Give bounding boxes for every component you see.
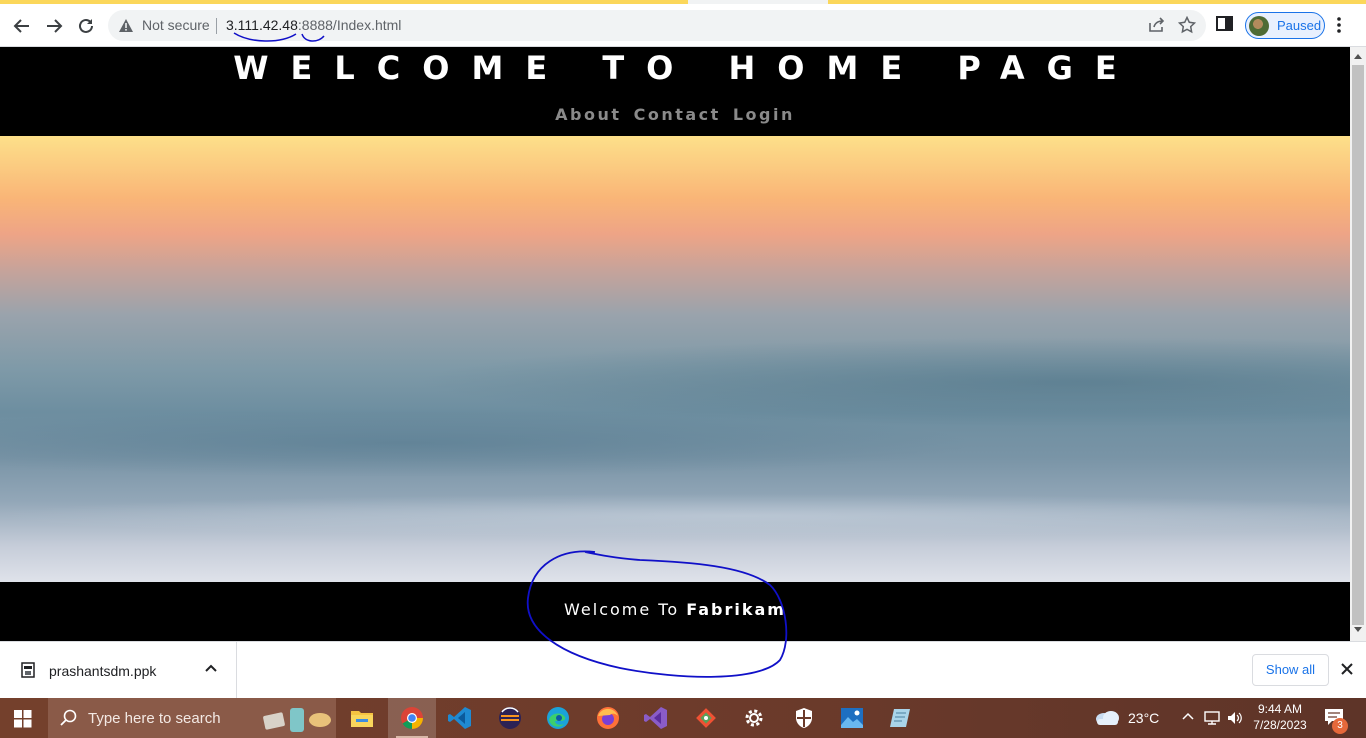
clock-time: 9:44 AM	[1257, 702, 1303, 716]
share-icon[interactable]	[1148, 17, 1166, 33]
speaker-icon[interactable]	[1226, 710, 1244, 726]
nav-link-login[interactable]: Login	[733, 105, 795, 124]
photos-icon	[841, 708, 863, 728]
back-button[interactable]	[8, 12, 36, 40]
address-bar[interactable]: Not secure 3.111.42.48:8888/Index.html	[108, 10, 1206, 41]
search-placeholder: Type here to search	[88, 710, 221, 727]
forward-button[interactable]	[40, 12, 68, 40]
taskbar-settings[interactable]	[730, 698, 778, 738]
edge-icon	[547, 707, 569, 729]
scroll-down-icon[interactable]	[1354, 627, 1362, 633]
file-icon	[21, 662, 35, 678]
search-highlight-icon	[263, 708, 331, 732]
taskbar-edge[interactable]	[534, 698, 582, 738]
chevron-up-icon[interactable]	[1182, 712, 1194, 720]
scroll-thumb[interactable]	[1352, 65, 1364, 625]
windows-start-icon[interactable]	[14, 710, 32, 728]
welcome-prefix: Welcome To	[564, 600, 680, 619]
avatar	[1249, 16, 1269, 36]
taskbar-visual-studio[interactable]	[632, 698, 680, 738]
profile-status: Paused	[1277, 18, 1322, 33]
url-text[interactable]: 3.111.42.48:8888/Index.html	[226, 17, 401, 33]
download-filename: prashantsdm.ppk	[49, 663, 157, 679]
taskbar-git[interactable]	[682, 698, 730, 738]
taskbar-search[interactable]: Type here to search	[48, 698, 336, 738]
divider	[216, 18, 217, 34]
taskbar-vscode[interactable]	[436, 698, 484, 738]
nav-link-contact[interactable]: Contact	[634, 105, 721, 124]
taskbar-defender[interactable]	[780, 698, 828, 738]
clock-date: 7/28/2023	[1253, 718, 1307, 732]
url-path: :8888/Index.html	[297, 17, 402, 33]
security-label[interactable]: Not secure	[142, 17, 210, 33]
cloud-icon[interactable]	[1094, 708, 1120, 726]
kebab-menu-icon[interactable]	[1336, 16, 1342, 34]
download-item[interactable]: prashantsdm.ppk	[0, 642, 237, 699]
folder-icon	[351, 711, 373, 727]
show-all-button[interactable]: Show all	[1252, 654, 1329, 686]
system-clock[interactable]: 9:44 AM 7/28/2023	[1250, 701, 1310, 733]
download-shelf: prashantsdm.ppk Show all	[0, 641, 1366, 699]
site-header: WELCOME TO HOME PAGE About Contact Login	[0, 47, 1350, 136]
arrow-left-icon	[13, 19, 29, 33]
visual-studio-icon	[644, 707, 667, 729]
taskbar-firefox[interactable]	[584, 698, 632, 738]
page-title: WELCOME TO HOME PAGE	[233, 49, 1139, 87]
reload-button[interactable]	[72, 12, 100, 40]
url-host: 3.111.42.48	[226, 17, 298, 33]
notification-badge: 3	[1332, 718, 1348, 734]
firefox-icon	[597, 707, 619, 729]
reload-icon	[79, 18, 93, 33]
shield-icon	[796, 708, 812, 728]
nav-link-about[interactable]: About	[555, 105, 621, 124]
browser-toolbar: Not secure 3.111.42.48:8888/Index.html P…	[0, 4, 1366, 47]
eclipse-icon	[499, 707, 521, 729]
site-nav: About Contact Login	[0, 105, 1350, 124]
taskbar-photos[interactable]	[828, 698, 876, 738]
close-icon[interactable]	[1340, 662, 1354, 676]
scroll-up-icon[interactable]	[1354, 53, 1362, 59]
side-panel-icon[interactable]	[1216, 16, 1234, 32]
page-viewport: WELCOME TO HOME PAGE About Contact Login…	[0, 47, 1350, 641]
bookmark-star-icon[interactable]	[1178, 16, 1196, 34]
taskbar-file-explorer[interactable]	[338, 698, 386, 738]
chrome-icon	[401, 707, 423, 729]
weather-temperature[interactable]: 23°C	[1128, 710, 1159, 726]
taskbar-notepad[interactable]	[876, 698, 924, 738]
profile-button[interactable]: Paused	[1245, 12, 1325, 39]
page-scrollbar[interactable]	[1350, 47, 1366, 641]
taskbar-eclipse[interactable]	[486, 698, 534, 738]
chevron-up-icon[interactable]	[205, 664, 217, 672]
vscode-icon	[448, 707, 471, 729]
arrow-right-icon	[47, 19, 63, 33]
welcome-message: Welcome To Fabrikam	[0, 600, 1350, 619]
site-footer: Welcome To Fabrikam	[0, 582, 1350, 641]
search-icon	[60, 709, 77, 726]
windows-taskbar: Type here to search 23°C 9:44 AM 7/28/20…	[0, 698, 1366, 738]
notepad-icon	[890, 709, 910, 727]
brand-name: Fabrikam	[686, 600, 786, 619]
warning-icon[interactable]	[118, 18, 134, 33]
taskbar-chrome[interactable]	[388, 698, 436, 738]
hero-image	[0, 136, 1350, 582]
network-icon[interactable]	[1203, 710, 1221, 726]
git-icon	[696, 708, 716, 728]
gear-icon	[745, 709, 763, 727]
